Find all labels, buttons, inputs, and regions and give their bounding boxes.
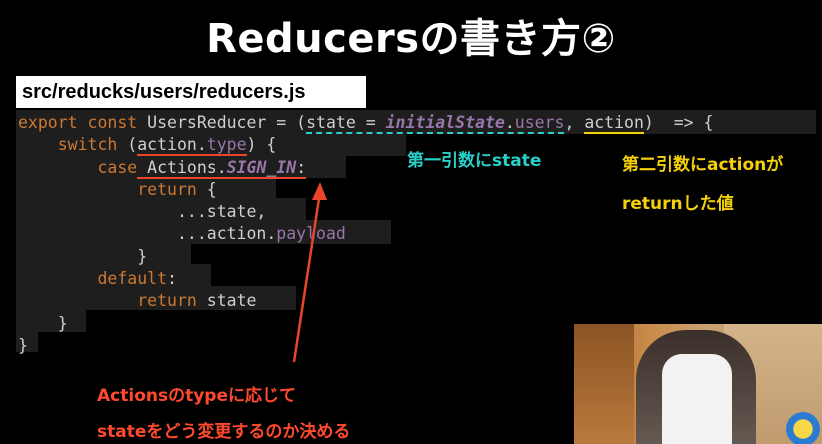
code-token: : <box>167 269 177 289</box>
code-line-1: export const UsersReducer = (state = ini… <box>18 113 713 134</box>
keyword-return: return <box>137 291 197 311</box>
actions-note-line2: stateをどう変更するのか決める <box>97 422 351 442</box>
code-token: } <box>137 246 148 266</box>
initial-state-token: initialState <box>385 113 505 132</box>
slide-title: Reducersの書き方② <box>206 16 616 62</box>
code-token: : <box>296 157 307 177</box>
code-line-9: return state <box>18 291 256 310</box>
code-token: } <box>18 335 28 355</box>
code-token: ) { <box>246 135 277 155</box>
action-param: action <box>584 113 644 134</box>
state-param: state = <box>306 113 386 132</box>
second-arg-note-line2: returnした値 <box>622 194 734 214</box>
code-token: } <box>57 313 68 333</box>
webcam-overlay <box>574 324 822 444</box>
actions-note-line1: Actionsのtypeに応じて <box>97 386 296 406</box>
code-block: export const UsersReducer = (state = ini… <box>18 112 713 357</box>
users-token: users <box>514 113 565 132</box>
case-underline: Actions.SIGN_IN: <box>137 157 307 179</box>
code-line-11: } <box>18 336 28 355</box>
reducer-name: UsersReducer <box>147 113 267 132</box>
code-token: ) => { <box>643 113 714 132</box>
code-line-2: switch (action.type) { <box>18 135 277 157</box>
spread-state: ...state, <box>176 202 267 222</box>
keyword-export: export <box>18 113 78 132</box>
actions-token: Actions. <box>137 157 227 177</box>
keyword-case: case <box>97 157 138 177</box>
action-type-underline: action.type <box>137 135 247 157</box>
code-line-5: ...state, <box>18 202 266 221</box>
file-path-label: src/reducks/users/reducers.js <box>16 76 366 108</box>
code-line-10: } <box>18 314 68 333</box>
code-token: = ( <box>266 113 307 132</box>
code-line-7: } <box>18 247 147 266</box>
second-arg-note-line1: 第二引数にactionが <box>622 155 784 175</box>
code-line-4: return { <box>18 179 217 199</box>
code-line-3: case Actions.SIGN_IN: <box>18 157 307 179</box>
code-token: { <box>196 179 217 199</box>
action-token: action. <box>137 135 207 155</box>
channel-badge-icon <box>786 412 820 444</box>
spread-action: ...action. <box>176 224 277 244</box>
webcam-shirt <box>662 354 732 444</box>
red-arrow <box>292 182 327 363</box>
keyword-return: return <box>137 179 197 199</box>
code-line-8: default: <box>18 269 177 289</box>
webcam-shelf <box>574 324 634 444</box>
code-token: ( <box>117 135 138 155</box>
first-arg-note: 第一引数にstate <box>407 151 542 171</box>
code-token: . <box>504 113 515 132</box>
type-token: type <box>206 135 247 155</box>
code-token: state <box>196 291 257 311</box>
sign-in-token: SIGN_IN <box>226 157 297 177</box>
keyword-const: const <box>87 113 138 132</box>
keyword-switch: switch <box>57 135 118 155</box>
code-token: , <box>564 113 585 132</box>
state-param-underline: state = initialState.users <box>306 113 565 134</box>
keyword-default: default <box>97 269 168 289</box>
